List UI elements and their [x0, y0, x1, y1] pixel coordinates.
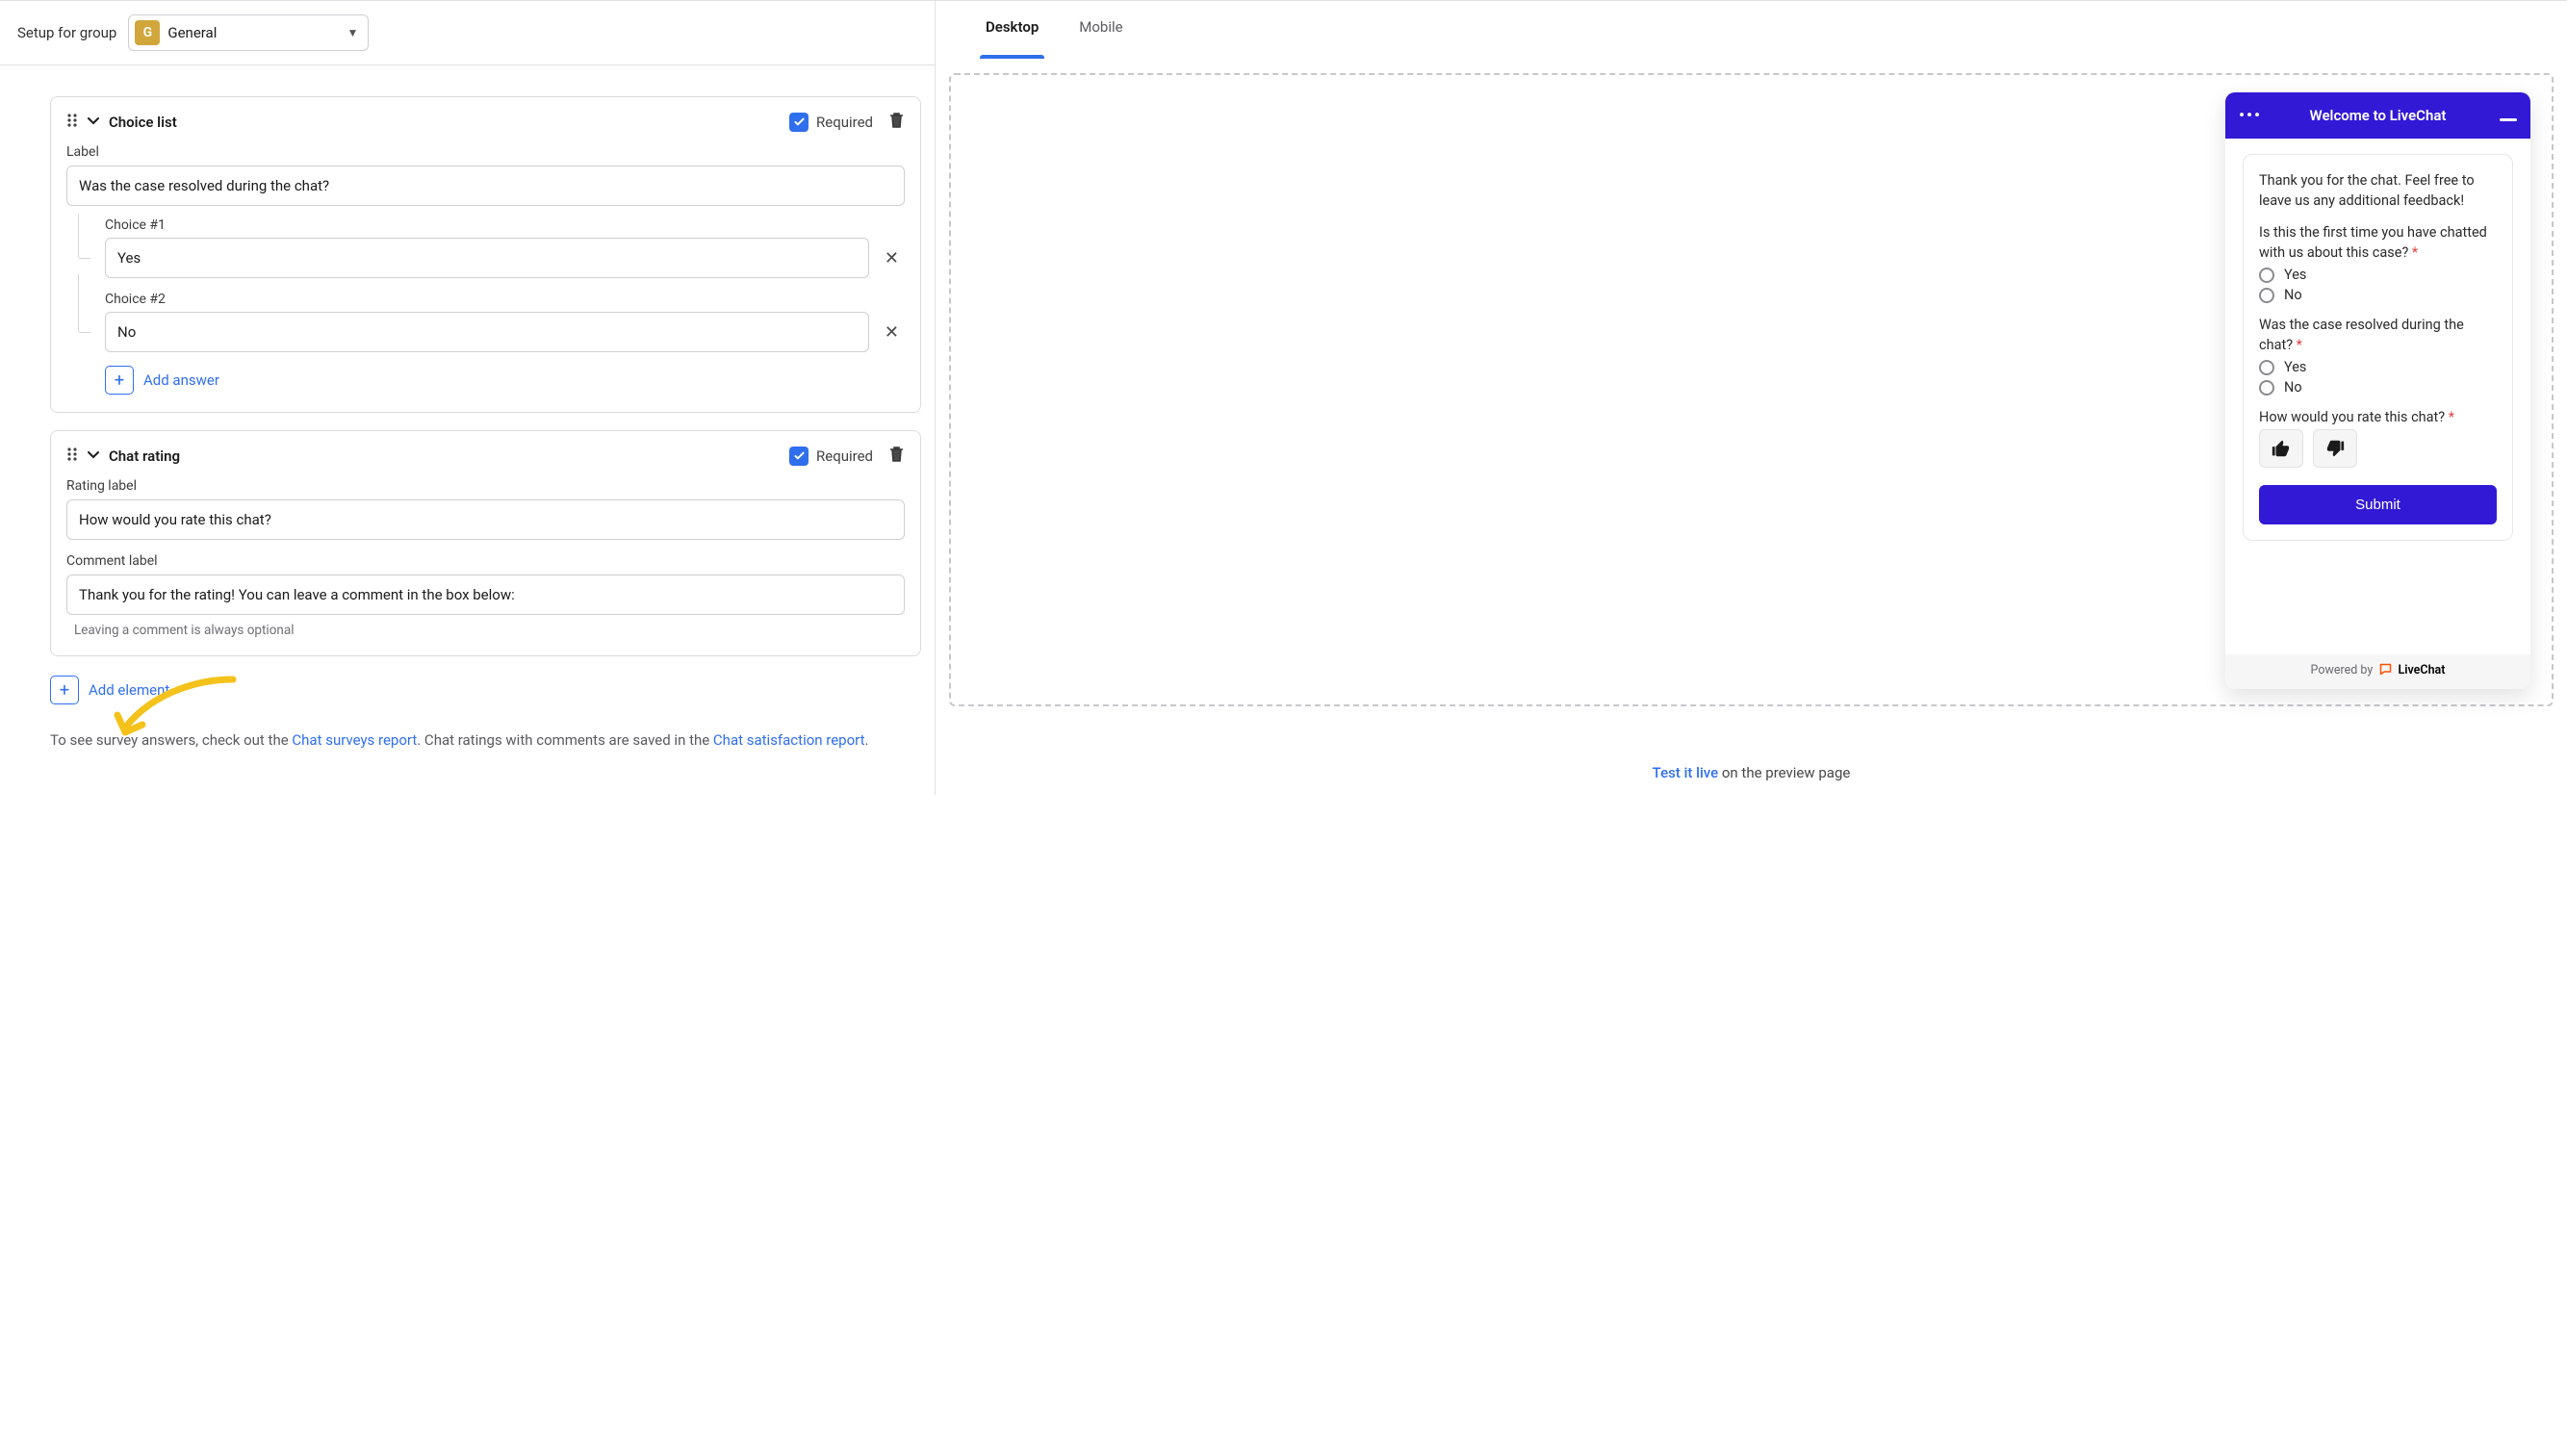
minimize-icon[interactable]	[2500, 118, 2517, 121]
prev-card-partial: + Add answer	[50, 65, 921, 79]
trash-icon[interactable]	[888, 445, 905, 467]
optional-note: Leaving a comment is always optional	[66, 623, 905, 638]
survey-card: Thank you for the chat. Feel free to lea…	[2243, 154, 2513, 541]
choice-1-label: Choice #1	[105, 217, 905, 233]
required-label: Required	[816, 447, 873, 465]
group-select[interactable]: G General ▼	[128, 14, 369, 51]
thumbs-up-icon	[2271, 438, 2292, 459]
footer-note: To see survey answers, check out the Cha…	[50, 731, 921, 749]
card-title: Chat rating	[109, 447, 180, 465]
setup-bar: Setup for group G General ▼	[0, 1, 935, 65]
card-title: Choice list	[109, 114, 177, 131]
surveys-report-link[interactable]: Chat surveys report	[292, 731, 417, 749]
chevron-down-icon[interactable]	[86, 447, 101, 466]
close-icon[interactable]: ✕	[879, 319, 905, 346]
radio-icon	[2259, 380, 2274, 396]
chat-widget: ••• Welcome to LiveChat Thank you for th…	[2225, 92, 2530, 689]
intro-text: Thank you for the chat. Feel free to lea…	[2259, 170, 2497, 211]
add-answer-link[interactable]: Add answer	[143, 371, 219, 389]
tab-mobile[interactable]: Mobile	[1073, 1, 1128, 56]
thumbs-down-icon	[2324, 438, 2346, 459]
choice-2-input[interactable]	[105, 312, 869, 352]
question-input[interactable]	[66, 166, 905, 206]
required-label: Required	[816, 114, 873, 131]
radio-no[interactable]: No	[2259, 379, 2497, 396]
preview-tabs: Desktop Mobile	[936, 0, 2567, 56]
group-name: General	[167, 24, 217, 41]
submit-button[interactable]: Submit	[2259, 485, 2497, 524]
radio-icon	[2259, 268, 2274, 283]
radio-yes[interactable]: Yes	[2259, 267, 2497, 283]
radio-icon	[2259, 288, 2274, 303]
more-icon[interactable]: •••	[2239, 106, 2262, 125]
add-element-link[interactable]: Add element	[89, 681, 169, 699]
chevron-down-icon[interactable]	[86, 113, 101, 132]
choice-2-label: Choice #2	[105, 292, 905, 307]
rating-label-caption: Rating label	[66, 478, 905, 494]
group-avatar: G	[135, 20, 160, 45]
choice-list-card: Choice list Required L	[50, 96, 921, 413]
livechat-icon	[2378, 662, 2393, 677]
setup-label: Setup for group	[17, 24, 116, 41]
satisfaction-report-link[interactable]: Chat satisfaction report	[713, 731, 865, 749]
plus-icon[interactable]: +	[105, 366, 134, 395]
choice-1-input[interactable]	[105, 238, 869, 278]
thumbs-up-button[interactable]	[2259, 429, 2303, 468]
radio-no[interactable]: No	[2259, 287, 2497, 303]
widget-header: ••• Welcome to LiveChat	[2225, 92, 2530, 139]
question-2: Was the case resolved during the chat? *	[2259, 317, 2464, 353]
tab-desktop[interactable]: Desktop	[980, 1, 1044, 56]
preview-footer: Test it live on the preview page	[936, 751, 2567, 795]
widget-title: Welcome to LiveChat	[2310, 107, 2447, 124]
chat-rating-card: Chat rating Required	[50, 430, 921, 656]
trash-icon[interactable]	[888, 111, 905, 133]
rating-label-input[interactable]	[66, 499, 905, 540]
comment-label-input[interactable]	[66, 575, 905, 615]
drag-handle-icon[interactable]	[66, 447, 78, 466]
thumbs-down-button[interactable]	[2313, 429, 2357, 468]
test-live-link[interactable]: Test it live	[1653, 764, 1719, 781]
preview-frame: ••• Welcome to LiveChat Thank you for th…	[949, 73, 2554, 706]
plus-icon[interactable]: +	[50, 676, 79, 704]
drag-handle-icon[interactable]	[66, 113, 78, 132]
radio-icon	[2259, 360, 2274, 375]
close-icon[interactable]: ✕	[879, 244, 905, 272]
question-3: How would you rate this chat? *	[2259, 409, 2454, 425]
comment-label-caption: Comment label	[66, 553, 905, 569]
required-checkbox[interactable]	[789, 113, 809, 132]
label-caption: Label	[66, 144, 905, 160]
question-1: Is this the first time you have chatted …	[2259, 224, 2487, 261]
chevron-down-icon: ▼	[347, 26, 358, 39]
radio-yes[interactable]: Yes	[2259, 359, 2497, 375]
powered-by: Powered by LiveChat	[2225, 654, 2530, 689]
required-checkbox[interactable]	[789, 447, 809, 466]
